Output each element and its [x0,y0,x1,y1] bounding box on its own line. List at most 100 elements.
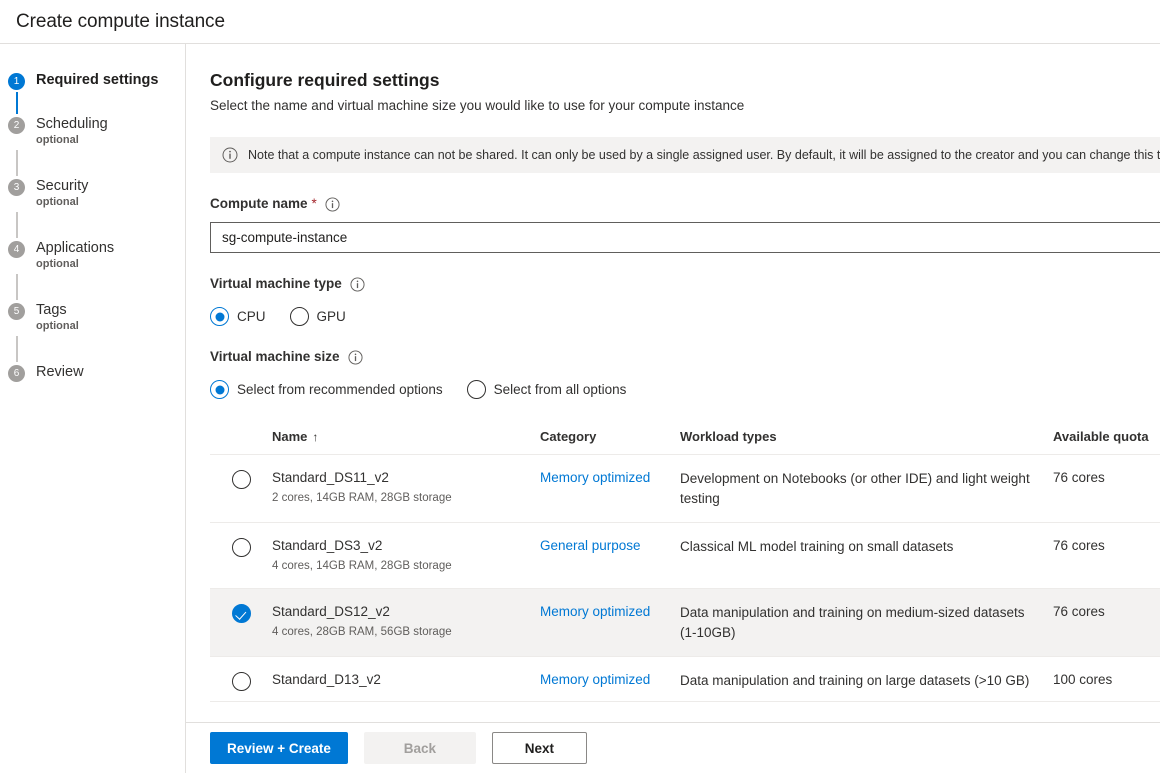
cell-category-link[interactable]: Memory optimized [540,469,680,487]
compute-name-label: Compute name * [210,195,1160,213]
radio-label: Select from recommended options [237,382,443,397]
table-row[interactable]: Standard_DS3_v2 4 cores, 14GB RAM, 28GB s… [210,523,1160,589]
table-row[interactable]: Standard_D13_v2Memory optimizedData mani… [210,657,1160,702]
cell-vm-name: Standard_DS11_v22 cores, 14GB RAM, 28GB … [272,469,540,507]
vm-specs-text: 4 cores, 14GB RAM, 28GB storage [272,558,540,575]
cell-workload-types: Data manipulation and training on medium… [680,603,1053,643]
cell-available-quota: 76 cores [1053,469,1160,487]
info-banner-text: Note that a compute instance can not be … [248,147,1160,164]
radio-button[interactable] [232,672,251,691]
page-body: 1Required settings2Schedulingoptional3Se… [0,44,1160,773]
vm-type-option-gpu[interactable]: GPU [290,307,346,326]
compute-name-input[interactable] [220,229,1160,246]
back-button: Back [364,732,476,764]
step-connector [16,336,18,362]
step-connector [16,274,18,300]
cell-category-link[interactable]: Memory optimized [540,671,680,689]
wizard-step-applications[interactable]: 4 Applicationsoptional [0,238,185,274]
info-icon[interactable] [348,350,363,365]
info-icon[interactable] [350,277,365,292]
radio-button[interactable] [232,470,251,489]
vm-name-text: Standard_DS3_v2 [272,537,540,555]
table-row[interactable]: Standard_DS11_v22 cores, 14GB RAM, 28GB … [210,455,1160,523]
step-number-badge: 4 [8,241,25,258]
review-create-button[interactable]: Review + Create [210,732,348,764]
info-icon [222,147,238,163]
table-header-row: Name ↑ Category Workload types Available … [210,425,1160,455]
vm-size-option-select-from-recommended-options[interactable]: Select from recommended options [210,380,443,399]
next-button[interactable]: Next [492,732,587,764]
step-number-badge: 1 [8,73,25,90]
row-select-cell[interactable] [210,469,272,489]
step-optional-tag: optional [36,133,108,148]
radio-checked-icon[interactable] [232,604,251,623]
info-icon[interactable] [325,197,340,212]
vm-type-radio-group: CPU GPU [210,307,1160,326]
step-text: Required settings [36,70,158,92]
vm-size-label-text: Virtual machine size [210,348,340,366]
radio-label: CPU [237,309,266,324]
table-header-name-text: Name [272,429,307,444]
row-select-cell[interactable] [210,537,272,557]
cell-workload-types: Data manipulation and training on large … [680,671,1053,691]
wizard-step-tags[interactable]: 5Tagsoptional [0,300,185,336]
vm-size-label: Virtual machine size [210,348,1160,366]
table-header-name[interactable]: Name ↑ [272,429,540,444]
window-titlebar: Create compute instance [0,0,1160,44]
wizard-step-security[interactable]: 3Securityoptional [0,176,185,212]
table-header-quota[interactable]: Available quota [1053,429,1160,444]
vm-type-field-group: Virtual machine type CPU GPU [210,275,1160,326]
table-header-category[interactable]: Category [540,429,680,444]
sort-ascending-icon: ↑ [312,430,318,444]
required-marker: * [312,195,317,213]
compute-name-input-wrapper[interactable] [210,222,1160,253]
radio-button[interactable] [232,538,251,557]
wizard-step-review[interactable]: 6 Review [0,362,185,384]
step-number-badge: 6 [8,365,25,382]
vm-type-option-cpu[interactable]: CPU [210,307,266,326]
table-header-workload[interactable]: Workload types [680,429,1053,444]
section-subheading: Select the name and virtual machine size… [210,96,1160,115]
step-optional-tag: optional [36,319,79,334]
cell-workload-types: Development on Notebooks (or other IDE) … [680,469,1053,509]
step-label: Applications [36,238,114,258]
step-connector [16,212,18,238]
wizard-steps-rail: 1Required settings2Schedulingoptional3Se… [0,44,186,773]
radio-button[interactable] [467,380,486,399]
main-content: Configure required settings Select the n… [186,44,1160,773]
vm-type-label: Virtual machine type [210,275,1160,293]
compute-name-field-group: Compute name * [210,195,1160,253]
vm-name-text: Standard_DS11_v2 [272,469,540,487]
vm-size-field-group: Virtual machine size Select from recomme… [210,348,1160,399]
vm-size-radio-group: Select from recommended options Select fr… [210,380,1160,399]
vm-size-option-select-from-all-options[interactable]: Select from all options [467,380,627,399]
vm-type-label-text: Virtual machine type [210,275,342,293]
cell-category-link[interactable]: General purpose [540,537,680,555]
cell-available-quota: 76 cores [1053,603,1160,621]
step-optional-tag: optional [36,257,114,272]
vm-name-text: Standard_DS12_v2 [272,603,540,621]
cell-vm-name: Standard_DS12_v2 4 cores, 28GB RAM, 56GB … [272,603,540,641]
step-label: Review [36,362,84,382]
vm-name-text: Standard_D13_v2 [272,671,540,689]
step-label: Tags [36,300,79,320]
step-number-badge: 3 [8,179,25,196]
step-label: Required settings [36,70,158,90]
table-row[interactable]: Standard_DS12_v2 4 cores, 28GB RAM, 56GB … [210,589,1160,657]
radio-button[interactable] [210,380,229,399]
wizard-step-required-settings[interactable]: 1 Required settings [0,70,185,92]
cell-available-quota: 100 cores [1053,671,1160,689]
wizard-action-bar: Review + Create Back Next [186,722,1160,773]
radio-button[interactable] [290,307,309,326]
wizard-step-scheduling[interactable]: 2 Schedulingoptional [0,114,185,150]
row-select-cell[interactable] [210,603,272,623]
vm-specs-text: 4 cores, 28GB RAM, 56GB storage [272,624,540,641]
cell-category-link[interactable]: Memory optimized [540,603,680,621]
radio-button[interactable] [210,307,229,326]
create-compute-instance-page: Create compute instance 1 Required settin… [0,0,1160,773]
cell-available-quota: 76 cores [1053,537,1160,555]
row-select-cell[interactable] [210,671,272,691]
step-number-badge: 2 [8,117,25,134]
step-label: Scheduling [36,114,108,134]
page-title: Create compute instance [16,11,225,33]
